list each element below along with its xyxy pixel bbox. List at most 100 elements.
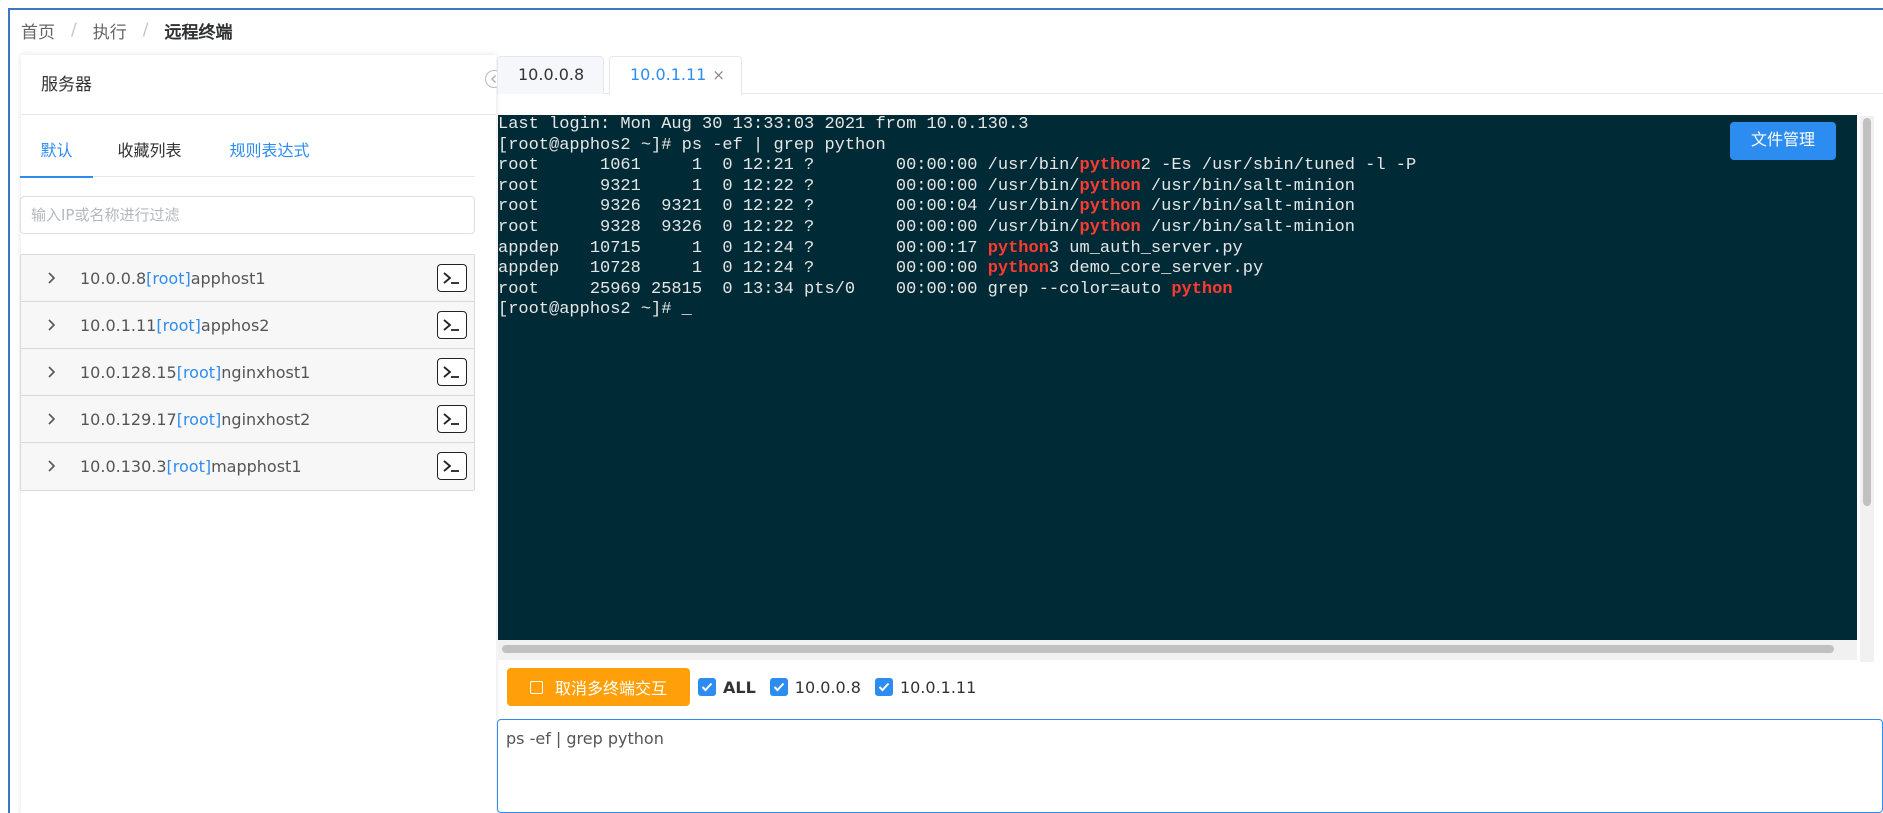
server-item[interactable]: 10.0.129.17[root]nginxhost2 (21, 396, 474, 443)
terminal-text: appdep 10728 1 0 12:24 ? 00:00:00 (498, 259, 988, 279)
terminal-line: root 25969 25815 0 13:34 pts/0 00:00:00 … (498, 280, 1416, 301)
terminal-text: root 1061 1 0 12:21 ? 00:00:00 /usr/bin/ (498, 156, 1080, 176)
scrollbar-thumb[interactable] (1863, 118, 1871, 506)
checkbox-label: ALL (723, 677, 756, 697)
server-hostname: nginxhost1 (221, 362, 311, 382)
terminal-highlight: python (1079, 156, 1141, 176)
server-label: 10.0.128.15[root]nginxhost1 (80, 363, 310, 382)
terminal-text: 2 -Es /usr/sbin/tuned -l -P (1140, 156, 1417, 176)
open-terminal-button[interactable] (437, 358, 467, 386)
checkbox-checked-icon (874, 678, 893, 696)
breadcrumb-separator: / (71, 20, 77, 40)
terminal-line: root 9321 1 0 12:22 ? 00:00:00 /usr/bin/… (498, 177, 1416, 198)
checkbox-checked-icon (698, 678, 716, 696)
chevron-right-icon[interactable] (45, 457, 59, 475)
multi-terminal-controls: 取消多终端交互 ALL 10.0.0.8 10.0.1.11 (507, 668, 976, 706)
terminal-text: root 9321 1 0 12:22 ? 00:00:00 /usr/bin/ (498, 176, 1080, 196)
command-input[interactable]: ps -ef | grep python (497, 719, 1883, 813)
server-panel-title: 服务器 (21, 55, 496, 115)
open-terminal-button[interactable] (437, 264, 467, 292)
tab-regex[interactable]: 规则表达式 (206, 125, 333, 177)
file-manager-button[interactable]: 文件管理 (1730, 122, 1836, 160)
terminal-line: [root@apphos2 ~]# _ (498, 300, 1416, 321)
terminal-highlight: python (987, 259, 1049, 279)
terminal-line: appdep 10715 1 0 12:24 ? 00:00:17 python… (498, 239, 1416, 260)
tab-label: 10.0.1.11 (630, 65, 707, 84)
terminal-icon (443, 460, 459, 472)
terminal-icon (443, 319, 459, 331)
server-hostname: nginxhost2 (221, 409, 311, 429)
server-user: [root] (146, 268, 191, 288)
terminal-text: /usr/bin/salt-minion (1140, 217, 1355, 237)
server-label: 10.0.130.3[root]mapphost1 (80, 457, 302, 476)
terminal-line: appdep 10728 1 0 12:24 ? 00:00:00 python… (498, 259, 1416, 280)
tab-favorites[interactable]: 收藏列表 (93, 125, 206, 177)
checkbox-label: 10.0.0.8 (794, 677, 861, 697)
terminal-vertical-scrollbar[interactable] (1860, 116, 1874, 662)
server-item[interactable]: 10.0.0.8[root]apphost1 (21, 255, 474, 302)
checkbox-label: 10.0.1.11 (899, 677, 977, 697)
terminal-line: root 9328 9326 0 12:22 ? 00:00:00 /usr/b… (498, 218, 1416, 239)
server-hostname: apphost1 (190, 268, 266, 288)
terminal-line: [root@apphos2 ~]# ps -ef | grep python (498, 136, 1416, 157)
chevron-right-icon[interactable] (45, 269, 59, 287)
tab-terminal-10-0-1-11[interactable]: 10.0.1.11 × (609, 56, 742, 95)
exit-icon (529, 680, 543, 694)
server-ip: 10.0.130.3 (80, 457, 167, 476)
open-terminal-button[interactable] (437, 405, 467, 433)
terminal-text: appdep 10715 1 0 12:24 ? 00:00:17 (498, 238, 988, 258)
server-ip: 10.0.1.11 (80, 315, 157, 335)
terminal-text: root 9328 9326 0 12:22 ? 00:00:00 /usr/b… (498, 217, 1080, 237)
terminal-highlight: python (1079, 197, 1141, 217)
cancel-multi-terminal-button[interactable]: 取消多终端交互 (507, 668, 690, 706)
tab-default[interactable]: 默认 (20, 125, 93, 178)
terminal-highlight: python (1079, 176, 1141, 196)
terminal-line: root 9326 9321 0 12:22 ? 00:00:04 /usr/b… (498, 197, 1416, 218)
server-filter-input[interactable] (20, 196, 475, 234)
server-label: 10.0.0.8[root]apphost1 (80, 269, 266, 288)
terminal-text: root 9326 9321 0 12:22 ? 00:00:04 /usr/b… (498, 197, 1080, 217)
terminal-horizontal-scrollbar[interactable] (498, 640, 1857, 660)
terminal-highlight: python (1171, 279, 1233, 299)
terminal-icon (443, 272, 459, 284)
tab-terminal-10-0-0-8[interactable]: 10.0.0.8 (497, 56, 604, 94)
server-user: [root] (176, 362, 222, 382)
checkbox-10-0-1-11[interactable]: 10.0.1.11 (874, 677, 977, 697)
server-hostname: mapphost1 (211, 457, 302, 476)
scrollbar-thumb[interactable] (502, 645, 1834, 653)
terminal-icon (443, 413, 459, 425)
terminal-highlight: python (987, 238, 1049, 258)
terminal-screen[interactable]: Last login: Mon Aug 30 13:33:03 2021 fro… (498, 115, 1857, 640)
server-label: 10.0.129.17[root]nginxhost2 (80, 410, 310, 429)
chevron-right-icon[interactable] (45, 410, 59, 428)
server-list: 10.0.0.8[root]apphost1 10.0.1.11[root]app… (20, 254, 475, 491)
server-ip: 10.0.0.8 (80, 268, 147, 288)
breadcrumb-separator: / (142, 20, 149, 40)
terminal-line: root 1061 1 0 12:21 ? 00:00:00 /usr/bin/… (498, 156, 1416, 177)
terminal-text: root 25969 25815 0 13:34 pts/0 00:00:00 … (498, 279, 1172, 299)
server-ip: 10.0.128.15 (80, 362, 177, 382)
checkbox-all[interactable]: ALL (698, 678, 756, 697)
checkbox-10-0-0-8[interactable]: 10.0.0.8 (769, 677, 861, 697)
server-user: [root] (176, 409, 222, 429)
server-label: 10.0.1.11[root]apphos2 (80, 316, 269, 335)
checkbox-checked-icon (769, 678, 788, 696)
breadcrumb-home[interactable]: 首页 (21, 18, 55, 43)
server-hostname: apphos2 (200, 315, 270, 335)
chevron-right-icon[interactable] (45, 316, 59, 334)
cancel-multi-terminal-label: 取消多终端交互 (554, 681, 667, 698)
server-item[interactable]: 10.0.130.3[root]mapphost1 (21, 443, 474, 490)
terminal-highlight: python (1079, 217, 1141, 237)
chevron-right-icon[interactable] (45, 363, 59, 381)
terminal-tabbar: 10.0.0.8 10.0.1.11 × (497, 56, 1883, 95)
server-item[interactable]: 10.0.128.15[root]nginxhost1 (21, 349, 474, 396)
breadcrumb-current: 远程终端 (164, 22, 233, 43)
server-item[interactable]: 10.0.1.11[root]apphos2 (21, 302, 474, 349)
terminal-line: Last login: Mon Aug 30 13:33:03 2021 fro… (498, 115, 1416, 136)
breadcrumb-execute[interactable]: 执行 (93, 18, 127, 43)
open-terminal-button[interactable] (437, 311, 467, 339)
terminal-text: [root@apphos2 ~]# _ (498, 300, 692, 320)
server-tabs: 默认 收藏列表 规则表达式 (20, 125, 475, 178)
close-icon[interactable]: × (712, 57, 725, 93)
open-terminal-button[interactable] (437, 452, 467, 480)
